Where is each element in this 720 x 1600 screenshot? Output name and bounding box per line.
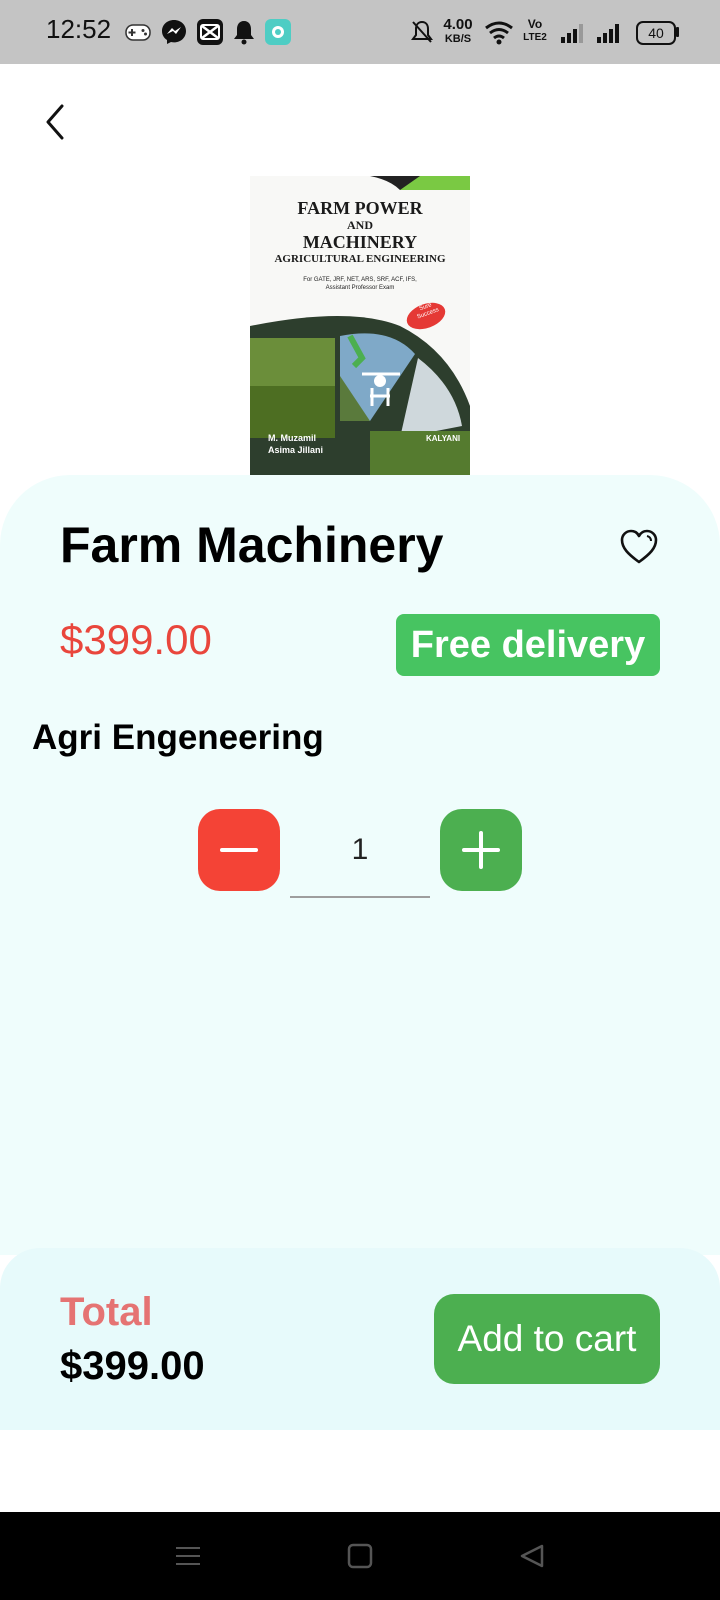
system-nav-bar [0,1512,720,1600]
free-delivery-badge: Free delivery [396,614,660,676]
cover-title-line3: MACHINERY [302,232,418,252]
quantity-field[interactable]: 1 [290,826,430,898]
notification-bell-icon [234,21,254,45]
network-speed-unit: KB/S [444,33,472,45]
favorite-heart-icon[interactable] [618,526,660,568]
back-nav-icon[interactable] [518,1542,546,1570]
increase-quantity-button[interactable] [440,809,522,891]
signal-icon [561,24,583,43]
minus-icon [220,848,258,852]
game-controller-icon [125,24,151,41]
wifi-icon [485,21,513,45]
volte-label: Vo [527,17,543,31]
product-price: $399.00 [60,616,212,663]
cover-publisher: KALYANI [426,434,461,443]
battery-tip [676,27,679,37]
status-bar: 12:52 4.00 KB/S Vo LTE2 40 [0,0,720,64]
total-label: Total [60,1290,153,1334]
cover-exam-line1: For GATE, JRF, NET, ARS, SRF, ACF, IFS, [303,277,417,283]
cover-subtitle: AGRICULTURAL ENGINEERING [274,253,446,265]
plus-icon [462,831,500,869]
cover-exam-line2: Assistant Professor Exam [325,285,395,291]
product-category: Agri Engeneering [32,718,324,757]
bell-off-icon [411,20,433,43]
cover-title-line1: FARM POWER [297,198,423,218]
network-speed: 4.00 KB/S [440,16,476,46]
cover-title-line2: AND [347,218,373,232]
product-title: Farm Machinery [60,517,444,573]
status-time: 12:52 [46,14,112,44]
decrease-quantity-button[interactable] [198,809,280,891]
network-speed-value: 4.00 [443,16,473,33]
back-arrow-icon[interactable] [34,96,78,148]
messenger-icon [162,20,186,44]
capcut-icon [197,19,223,45]
cover-title: FARM POWER AND MACHINERY AGRICULTURAL EN… [250,198,470,267]
signal-icon [597,24,619,43]
cover-exam-text: For GATE, JRF, NET, ARS, SRF, ACF, IFS, … [250,276,470,292]
product-image: FARM POWER AND MACHINERY AGRICULTURAL EN… [250,176,470,476]
cover-author-2: Asima Jillani [268,445,324,455]
cover-author-1: M. Muzamil [268,433,317,443]
menu-icon[interactable] [174,1542,202,1570]
app-icon [265,19,291,45]
volte-indicator: Vo LTE2 [522,18,548,44]
total-value: $399.00 [60,1344,205,1388]
lte-label: LTE2 [523,32,547,43]
add-to-cart-button[interactable]: Add to cart [434,1294,660,1384]
home-icon[interactable] [346,1542,374,1570]
battery-icon: 40 [636,21,676,45]
cover-authors: M. Muzamil Asima Jillani [268,432,323,456]
